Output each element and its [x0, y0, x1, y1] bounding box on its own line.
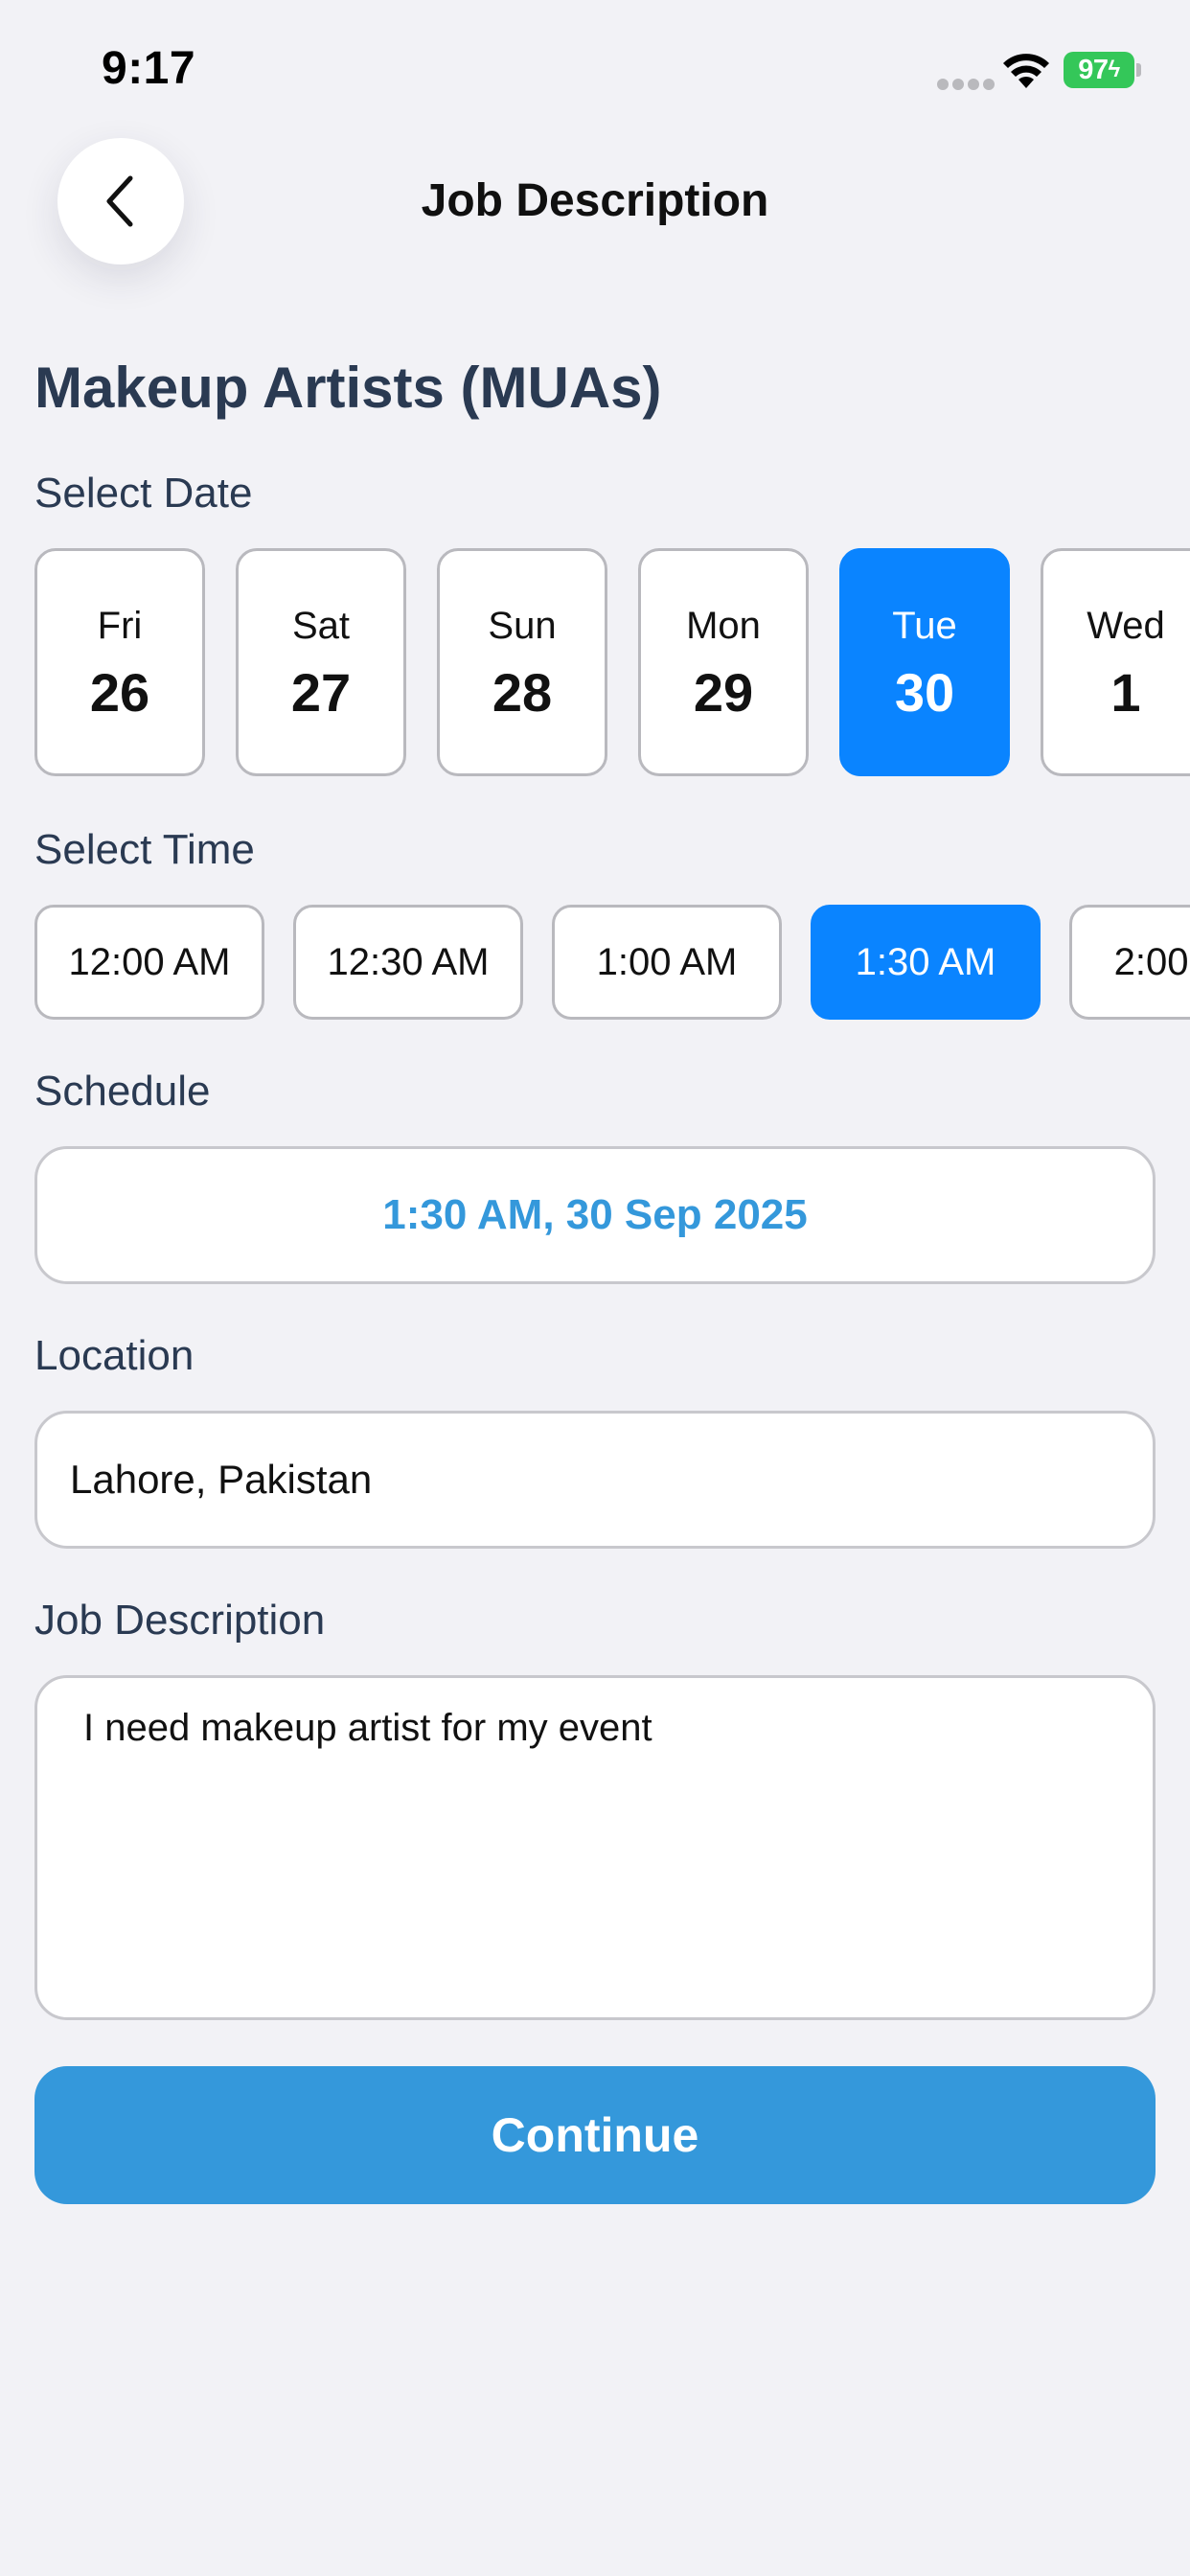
- time-chip[interactable]: 1:30 AM: [811, 905, 1041, 1020]
- date-chip[interactable]: Sat 27: [236, 548, 406, 776]
- wifi-icon: [1003, 54, 1049, 88]
- date-chip-day: Mon: [686, 605, 761, 647]
- date-chip-day: Sun: [488, 605, 557, 647]
- date-chip[interactable]: Fri 26: [34, 548, 205, 776]
- date-chip-number: 29: [693, 662, 754, 723]
- job-description-label: Job Description: [34, 1597, 326, 1644]
- service-title: Makeup Artists (MUAs): [34, 356, 662, 420]
- date-chip-day: Fri: [97, 605, 143, 647]
- cellular-signal-icon: [937, 79, 995, 90]
- status-bar: 9:17 97 ϟ: [0, 0, 1190, 134]
- page-title: Job Description: [421, 175, 769, 226]
- location-label: Location: [34, 1332, 195, 1379]
- date-chip-number: 27: [290, 662, 352, 723]
- date-chip-day: Tue: [892, 605, 957, 647]
- schedule-display: 1:30 AM, 30 Sep 2025: [34, 1146, 1156, 1284]
- schedule-label: Schedule: [34, 1068, 211, 1115]
- date-chip[interactable]: Mon 29: [638, 548, 809, 776]
- select-time-label: Select Time: [34, 826, 255, 873]
- location-input[interactable]: Lahore, Pakistan: [34, 1411, 1156, 1549]
- battery-charging-icon: 97 ϟ: [1064, 52, 1134, 88]
- date-chip-number: 28: [492, 662, 553, 723]
- battery-level: 97: [1078, 54, 1109, 85]
- date-chip-number: 30: [894, 662, 955, 723]
- continue-button[interactable]: Continue: [34, 2066, 1156, 2204]
- time-chip[interactable]: 12:30 AM: [293, 905, 523, 1020]
- date-chip-day: Wed: [1087, 605, 1165, 647]
- time-chip[interactable]: 1:00 AM: [552, 905, 782, 1020]
- date-chip-number: 26: [89, 662, 150, 723]
- job-description-textarea[interactable]: I need makeup artist for my event: [34, 1675, 1156, 2020]
- time-chip[interactable]: 12:00 AM: [34, 905, 264, 1020]
- date-chip[interactable]: Tue 30: [839, 548, 1010, 776]
- time-chip[interactable]: 2:00 AM: [1069, 905, 1190, 1020]
- date-selector: Fri 26 Sat 27 Sun 28 Mon 29 Tue 30 Wed 1: [34, 548, 1190, 778]
- date-chip-number: 1: [1110, 662, 1141, 723]
- battery-cap: [1136, 63, 1141, 77]
- date-chip[interactable]: Wed 1: [1041, 548, 1190, 776]
- charging-bolt-icon: ϟ: [1108, 57, 1121, 82]
- date-chip-day: Sat: [291, 605, 351, 647]
- status-time: 9:17: [102, 43, 196, 94]
- time-selector: 12:00 AM 12:30 AM 1:00 AM 1:30 AM 2:00 A…: [34, 905, 1190, 1022]
- date-chip[interactable]: Sun 28: [437, 548, 607, 776]
- select-date-label: Select Date: [34, 470, 253, 517]
